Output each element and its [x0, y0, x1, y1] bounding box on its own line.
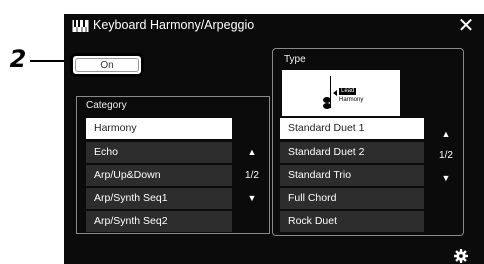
- category-page-down-button[interactable]: ▼: [242, 192, 262, 204]
- type-page-up-button[interactable]: ▲: [436, 128, 456, 140]
- lead-badge: Lead: [339, 88, 357, 95]
- type-page-indicator: 1/2: [439, 150, 453, 161]
- callout-line: [30, 60, 64, 62]
- type-item-full-chord[interactable]: Full Chord: [280, 188, 424, 209]
- category-page-indicator: 1/2: [245, 170, 259, 181]
- callout-number: 2: [9, 45, 27, 73]
- type-item-standard-duet-2[interactable]: Standard Duet 2: [280, 142, 424, 163]
- on-button[interactable]: On: [70, 53, 144, 77]
- category-item-echo[interactable]: Echo: [86, 142, 232, 163]
- harmony-arpeggio-screen: Keyboard Harmony/Arpeggio ✕ On Category …: [64, 14, 484, 264]
- on-button-label: On: [75, 58, 139, 72]
- category-label: Category: [86, 100, 127, 111]
- category-item-arp-synth-seq2[interactable]: Arp/Synth Seq2: [86, 211, 232, 232]
- type-item-standard-duet-1[interactable]: Standard Duet 1: [280, 118, 424, 139]
- category-page-up-button[interactable]: ▲: [242, 146, 262, 158]
- type-item-rock-duet[interactable]: Rock Duet: [280, 211, 424, 232]
- type-page-down-button[interactable]: ▼: [436, 172, 456, 184]
- category-item-arp-up-down[interactable]: Arp/Up&Down: [86, 165, 232, 186]
- category-item-arp-synth-seq1[interactable]: Arp/Synth Seq1: [86, 188, 232, 209]
- category-item-harmony[interactable]: Harmony: [86, 118, 232, 139]
- type-image: Lead Harmony: [282, 70, 400, 116]
- type-item-standard-trio[interactable]: Standard Trio: [280, 165, 424, 186]
- type-label: Type: [284, 54, 306, 65]
- window-title: Keyboard Harmony/Arpeggio: [93, 18, 255, 32]
- close-icon[interactable]: ✕: [455, 15, 477, 37]
- keyboard-icon: [72, 20, 89, 32]
- type-image-caption: Harmony: [339, 97, 364, 103]
- title-bar: Keyboard Harmony/Arpeggio ✕: [64, 14, 484, 38]
- gear-icon[interactable]: [454, 249, 468, 263]
